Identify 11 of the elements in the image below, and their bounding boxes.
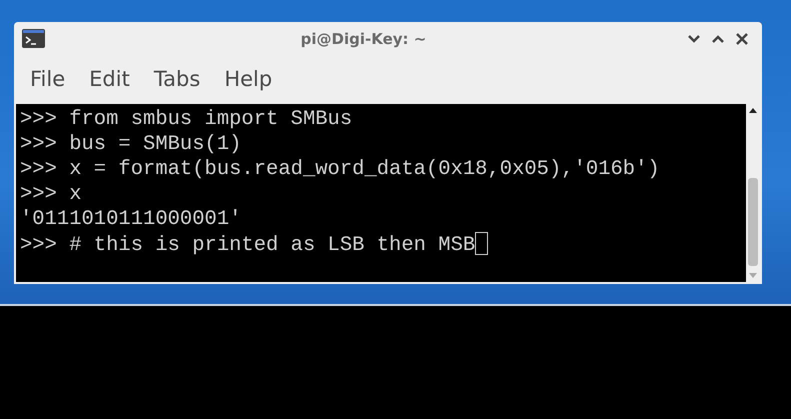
scrollbar[interactable] xyxy=(746,104,760,282)
close-icon xyxy=(735,32,749,46)
menu-item[interactable]: File xyxy=(18,64,78,96)
chevron-down-icon xyxy=(687,34,701,44)
window-title: pi@Digi-Key: ~ xyxy=(300,30,426,48)
chevron-up-icon xyxy=(711,34,725,44)
menu-item[interactable]: Help xyxy=(212,64,284,96)
terminal-icon xyxy=(22,29,45,48)
terminal-output: >>> from smbus import SMBus >>> bus = SMBus(1) >>> x = format(bus.read_word_data(0x18,0x05),'016b') >>> x '0111010111000001' >>> # this is printed as LSB then MSB xyxy=(19,107,661,259)
menu-item[interactable]: Tabs xyxy=(142,64,212,96)
menu-item[interactable]: Edit xyxy=(77,64,142,96)
